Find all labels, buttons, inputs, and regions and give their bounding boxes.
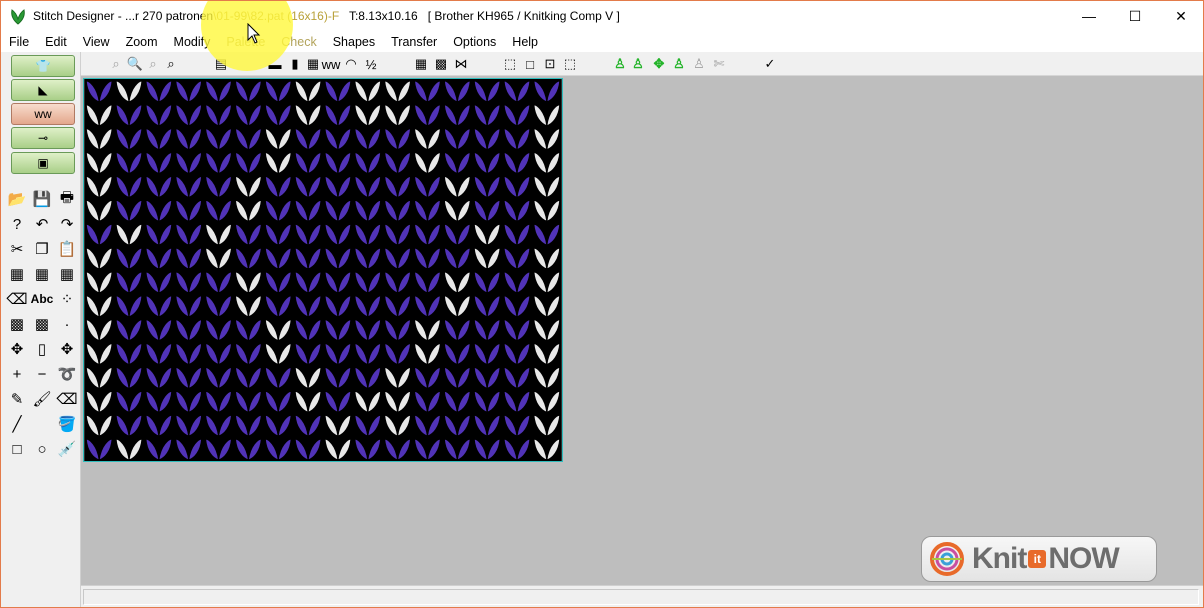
logo-wordmark: Knit it NOW [972,542,1120,576]
menu-zoom[interactable]: Zoom [118,32,166,52]
line-icon[interactable]: ╱ [5,412,29,436]
eraser-icon[interactable]: ⌫ [5,287,29,311]
stitch-mode-button[interactable]: ww [11,103,75,125]
open-folder-icon[interactable]: 📂 [5,187,29,211]
mouse-cursor-icon [247,23,261,44]
chart-mode-button[interactable]: ◣ [11,79,75,101]
garment-mode-button[interactable]: 👕 [11,55,75,77]
select-lasso-icon[interactable]: ⬚ [501,55,519,73]
needle-mode-button[interactable]: ⊸ [11,127,75,149]
select-points-icon[interactable]: ⊡ [541,55,559,73]
eyedropper-icon[interactable]: 💉 [55,437,79,461]
rectangle-icon[interactable]: □ [5,437,29,461]
checker-a-icon[interactable]: ▩ [5,312,29,336]
garment-move-icon[interactable]: ✥ [650,55,668,73]
grid-a-icon[interactable]: ▦ [5,262,29,286]
garment-front-icon[interactable]: ♙ [611,55,629,73]
move-gray-icon[interactable]: ✥ [55,337,79,361]
close-button[interactable]: ✕ [1158,1,1203,31]
grid-b-icon[interactable]: ▦ [30,262,54,286]
help-icon[interactable]: ? [5,212,29,236]
menu-view[interactable]: View [75,32,118,52]
logo-now: NOW [1048,542,1119,575]
select-rect-icon[interactable]: □ [521,55,539,73]
single-dot-icon[interactable]: · [55,312,79,336]
checker-b-icon[interactable]: ▩ [30,312,54,336]
scissors-icon[interactable]: ✂ [5,237,29,261]
paste-icon[interactable]: 📋 [55,237,79,261]
text-tool-label[interactable]: Abc [30,287,54,311]
status-field [83,589,1199,605]
tool-panel: 👕 ◣ ww ⊸ ▣ 📂 💾 🖶? ↶ ↷ ✂ ❐ 📋 ▦ ▦ ▦ ⌫ Abc ⁘ ▩ ▩ · ✥ ▯ ✥ + − ➰ ✎ 🖌 ⌫ ╱ 🪣 □ ○ 💉 [1,52,81,607]
title-machine: [ Brother KH965 / Knitking Comp V ] [427,9,620,23]
menu-edit[interactable]: Edit [37,32,75,52]
menu-shapes[interactable]: Shapes [325,32,383,52]
logo-it: it [1028,550,1047,568]
knititnow-logo: Knit it NOW [921,536,1157,582]
logo-knit: Knit [972,542,1027,575]
zoom-in-icon[interactable]: 🔍 [126,55,144,73]
brush-icon[interactable]: 🖌 [30,387,54,411]
garment-sleeve-icon[interactable]: ♙ [670,55,688,73]
title-prefix: Stitch Designer - ...r 270 patronen [33,9,214,23]
menu-file[interactable]: File [1,32,37,52]
minus-icon[interactable]: − [30,362,54,386]
minimize-button[interactable]: — [1066,1,1112,31]
status-bar [81,585,1203,607]
numbering-icon[interactable]: ½ [362,55,380,73]
undo-icon[interactable]: ↶ [30,212,54,236]
checkmark-icon[interactable]: ✓ [761,55,779,73]
copy-icon[interactable]: ❐ [30,237,54,261]
select-corner-icon[interactable]: ⬚ [561,55,579,73]
lasso-icon[interactable]: ➰ [55,362,79,386]
screen-mode-button[interactable]: ▣ [11,152,75,174]
menu-transfer[interactable]: Transfer [383,32,445,52]
design-workspace[interactable]: Knit it NOW [81,76,1203,585]
garment-gray-icon[interactable]: ♙ [690,55,708,73]
color-grid-icon[interactable]: ▦ [412,55,430,73]
eraser-green-icon[interactable]: ⌫ [55,387,79,411]
garment-cut-icon[interactable]: ✄ [710,55,728,73]
palette-rainbow-icon[interactable]: ◠ [342,55,360,73]
pencil-icon[interactable]: ✎ [5,387,29,411]
stitch-pattern-canvas[interactable] [83,78,563,462]
page-icon[interactable]: ▯ [30,337,54,361]
menu-options[interactable]: Options [445,32,504,52]
save-icon[interactable]: 💾 [30,187,54,211]
maximize-button[interactable]: ☐ [1112,1,1158,31]
zoom-fit-icon[interactable]: ⌕ [144,55,162,73]
vertical-ruler-icon[interactable]: ▮ [286,55,304,73]
title-tension: T:8.13x10.16 [348,9,418,23]
pattern-grid-icon[interactable]: ▩ [432,55,450,73]
redo-icon[interactable]: ↷ [55,212,79,236]
garment-back-icon[interactable]: ♙ [629,55,647,73]
grid-c-icon[interactable]: ▦ [55,262,79,286]
app-logo-icon [11,9,25,25]
app-window: Stitch Designer - ...r 270 patronen\01-9… [0,0,1204,608]
zoom-window-icon[interactable]: ⌕ [162,55,180,73]
menu-bar: FileEditViewZoomModifyPaletteCheckShapes… [1,32,1203,52]
print-icon[interactable]: 🖶 [55,187,79,211]
window-title: Stitch Designer - ...r 270 patronen\01-9… [33,9,620,23]
circle-icon[interactable]: ○ [30,437,54,461]
title-bar: Stitch Designer - ...r 270 patronen\01-9… [1,1,1203,32]
yarn-swirl-icon [930,542,964,576]
stitch-view-icon[interactable]: ww [322,55,341,73]
move-icon[interactable]: ✥ [5,337,29,361]
plus-icon[interactable]: + [5,362,29,386]
zoom-out-icon[interactable]: ⌕ [107,55,125,73]
grid-icon[interactable]: ▦ [304,55,322,73]
dots-icon[interactable]: ⁘ [55,287,79,311]
cable-icon[interactable]: ⋈ [452,55,470,73]
fill-bucket-icon[interactable]: 🪣 [55,412,79,436]
menu-help[interactable]: Help [504,32,546,52]
